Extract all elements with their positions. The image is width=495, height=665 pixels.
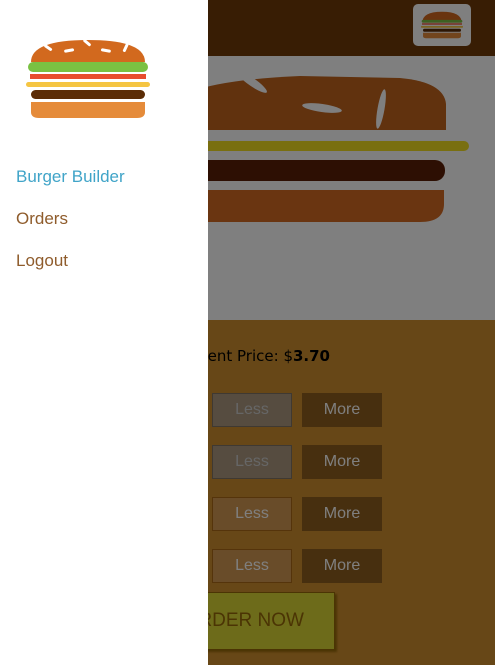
nav-item-orders: Orders	[16, 209, 125, 251]
side-drawer: Burger Builder Orders Logout	[0, 0, 208, 665]
nav-item-logout: Logout	[16, 251, 125, 293]
nav-item-burger-builder: Burger Builder	[16, 167, 125, 209]
nav-link-logout[interactable]: Logout	[16, 251, 68, 270]
nav-link-orders[interactable]: Orders	[16, 209, 68, 228]
navigation-items: Burger Builder Orders Logout	[16, 167, 125, 293]
nav-link-burger-builder[interactable]: Burger Builder	[16, 167, 125, 186]
drawer-logo-svg	[26, 39, 150, 118]
burger-logo-icon	[26, 38, 150, 120]
